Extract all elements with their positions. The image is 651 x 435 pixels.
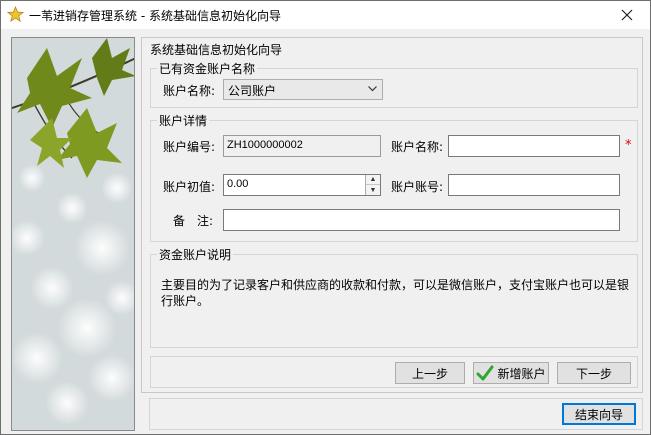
account-code-label: 账户编号: (163, 140, 216, 154)
side-leaf-image (11, 37, 135, 431)
title-bar: 一苇进销存管理系统 - 系统基础信息初始化向导 (1, 1, 650, 29)
account-name-label: 账户名称: (391, 140, 444, 154)
spin-up-icon[interactable]: ▲ (366, 175, 380, 185)
account-code-field[interactable]: ZH1000000002 (223, 135, 381, 157)
window-title: 一苇进销存管理系统 - 系统基础信息初始化向导 (29, 9, 281, 23)
prev-button[interactable]: 上一步 (395, 362, 465, 384)
initial-value-spinner[interactable]: ▲ ▼ (365, 175, 380, 195)
initial-value-label: 账户初值: (163, 180, 216, 194)
account-description-text: 主要目的为了记录客户和供应商的收款和付款，可以是微信账户，支付宝账户也可以是银行… (161, 278, 630, 308)
prev-button-label: 上一步 (411, 366, 448, 381)
account-number-field[interactable] (448, 174, 620, 196)
existing-account-name-label: 账户名称: (163, 84, 216, 98)
existing-account-group-title: 已有资金账户名称 (157, 60, 258, 77)
spin-down-icon[interactable]: ▼ (366, 185, 380, 195)
wizard-panel: 系统基础信息初始化向导 已有资金账户名称 账户名称: 公司账户 账户详情 账户编… (141, 37, 643, 393)
account-name-field[interactable] (448, 135, 620, 157)
account-number-label: 账户账号: (391, 180, 444, 194)
close-icon (621, 9, 633, 21)
bottom-button-bar: 结束向导 (149, 398, 643, 430)
add-account-button-label: 新增账户 (497, 366, 546, 381)
wizard-window: 一苇进销存管理系统 - 系统基础信息初始化向导 系统基础信息初始化向导 已有资金… (0, 0, 651, 435)
initial-value-stepper[interactable]: 0.00 ▲ ▼ (223, 174, 381, 196)
account-details-group: 账户详情 账户编号: ZH1000000002 账户名称: * 账户初值: 0.… (150, 112, 638, 242)
account-description-group: 资金账户说明 主要目的为了记录客户和供应商的收款和付款，可以是微信账户，支付宝账… (150, 246, 638, 348)
client-area: 系统基础信息初始化向导 已有资金账户名称 账户名称: 公司账户 账户详情 账户编… (1, 29, 650, 434)
finish-button[interactable]: 结束向导 (562, 403, 636, 425)
account-details-group-title: 账户详情 (157, 112, 210, 129)
next-button-label: 下一步 (575, 366, 612, 381)
check-icon (476, 365, 494, 381)
existing-account-selected: 公司账户 (228, 84, 277, 98)
required-mark: * (625, 138, 632, 153)
existing-account-group: 已有资金账户名称 账户名称: 公司账户 (150, 60, 638, 108)
initial-value-text: 0.00 (227, 178, 249, 190)
note-field[interactable] (223, 209, 620, 231)
add-account-button[interactable]: 新增账户 (473, 362, 549, 384)
note-label: 备 注: (173, 214, 214, 228)
star-app-icon (7, 6, 24, 23)
chevron-down-icon (368, 86, 377, 92)
panel-title: 系统基础信息初始化向导 (150, 43, 283, 57)
existing-account-select[interactable]: 公司账户 (223, 79, 383, 100)
wizard-button-bar: 上一步 新增账户 下一步 (150, 356, 638, 388)
finish-button-label: 结束向导 (574, 407, 623, 422)
account-description-group-title: 资金账户说明 (157, 246, 234, 263)
next-button[interactable]: 下一步 (557, 362, 631, 384)
close-button[interactable] (604, 1, 650, 29)
